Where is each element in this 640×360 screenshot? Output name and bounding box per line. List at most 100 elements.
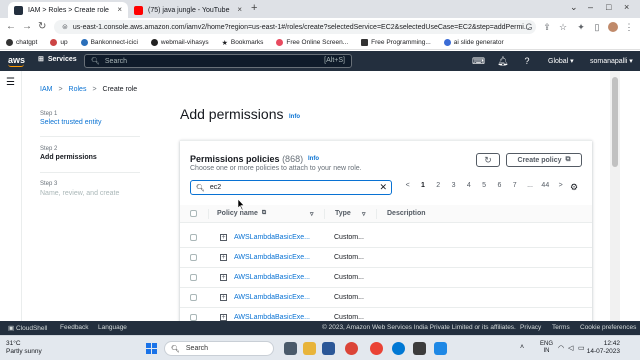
account-menu[interactable]: somanapalli ▾ [590, 57, 633, 65]
store-icon[interactable] [413, 342, 426, 355]
side-panel-icon[interactable]: ▯ [592, 22, 602, 32]
cloudshell-link[interactable]: ▣ CloudShell [8, 324, 47, 332]
page-5[interactable]: 5 [476, 182, 491, 189]
cookie-preferences-link[interactable]: Cookie preferences [580, 324, 636, 331]
edge-icon[interactable] [392, 342, 405, 355]
bookmark-bankonnect[interactable]: Bankonnect-icici [80, 39, 138, 46]
file-explorer-icon[interactable] [303, 342, 316, 355]
back-icon[interactable]: ← [6, 21, 16, 32]
bookmark-free-screen[interactable]: Free Online Screen... [276, 39, 348, 46]
language-selector[interactable]: Language [98, 324, 127, 331]
bookmark-webmail[interactable]: webmail-vihasys [150, 39, 209, 46]
select-all-checkbox[interactable] [190, 210, 197, 217]
page-6[interactable]: 6 [492, 182, 507, 189]
language-indicator[interactable]: ENG IN [540, 341, 553, 355]
policy-name-link[interactable]: AWSLambdaBasicExe... [234, 254, 310, 261]
page-44[interactable]: 44 [538, 182, 553, 189]
profile-avatar[interactable] [608, 22, 618, 32]
site-info-icon[interactable]: ⊜ [62, 23, 68, 31]
sort-caret-icon[interactable]: ▿ [310, 210, 314, 218]
share-icon[interactable]: ⇪ [542, 22, 552, 32]
page-scrollbar[interactable] [610, 71, 620, 321]
tab-search-icon[interactable]: ⌄ [570, 2, 578, 13]
extensions-icon[interactable]: ✦ [576, 22, 586, 32]
help-icon[interactable]: ? [522, 56, 532, 66]
bookmark-up[interactable]: up [50, 39, 68, 46]
speaker-icon[interactable]: ◁ [568, 344, 573, 352]
taskbar-clock[interactable]: 12:42 14-07-2023 [584, 340, 620, 356]
region-selector[interactable]: Global ▾ [548, 57, 574, 65]
hamburger-menu-icon[interactable]: ☰ [6, 77, 15, 88]
policy-name-link[interactable]: AWSLambdaBasicExe... [234, 234, 310, 241]
policy-filter-input[interactable]: 🔍︎ ec2 ✕ [190, 180, 392, 195]
table-row[interactable]: + AWSLambdaBasicExe... Custom... [180, 288, 592, 308]
forward-icon[interactable]: → [22, 21, 32, 32]
minimize-button[interactable]: – [588, 2, 593, 12]
refresh-button[interactable]: ↻ [476, 153, 500, 167]
next-page-icon[interactable]: > [553, 182, 568, 189]
chrome-profile-icon[interactable] [370, 342, 383, 355]
sort-caret-icon[interactable]: ▿ [362, 210, 366, 218]
prev-page-icon[interactable]: < [400, 182, 415, 189]
close-tab-icon[interactable]: × [117, 5, 122, 14]
bookmark-free-programming[interactable]: Free Programming... [361, 39, 431, 46]
cloudshell-icon[interactable]: ⌨ [472, 56, 485, 66]
aws-search-input[interactable]: 🔍︎ Search [Alt+S] [84, 54, 352, 68]
column-header-policy-name[interactable]: Policy name ⧉ [217, 210, 266, 217]
table-settings-gear-icon[interactable]: ⚙ [570, 182, 578, 193]
expand-row-icon[interactable]: + [220, 274, 227, 281]
expand-row-icon[interactable]: + [220, 314, 227, 321]
row-checkbox[interactable] [190, 274, 197, 281]
table-row[interactable]: + AWSLambdaBasicExe... Custom... [180, 268, 592, 288]
vscode-icon[interactable] [434, 342, 447, 355]
address-bar[interactable]: ⊜ us-east-1.console.aws.amazon.com/iamv2… [54, 20, 536, 34]
table-row[interactable]: + AWSLambdaBasicExe... Custom... [180, 228, 592, 248]
show-hidden-icons-icon[interactable]: ˄ [520, 344, 524, 351]
maximize-button[interactable]: □ [606, 2, 611, 12]
teams-icon[interactable] [322, 342, 335, 355]
services-menu-button[interactable]: ⊞ Services [38, 55, 77, 64]
privacy-link[interactable]: Privacy [520, 324, 541, 331]
policy-name-link[interactable]: AWSLambdaBasicExe... [234, 294, 310, 301]
task-view-icon[interactable] [284, 342, 297, 355]
bookmark-bookmarks[interactable]: ★ Bookmarks [222, 39, 264, 47]
wifi-icon[interactable]: ◠ [558, 344, 564, 352]
page-4[interactable]: 4 [461, 182, 476, 189]
policies-info-link[interactable]: Info [308, 156, 319, 162]
row-checkbox[interactable] [190, 294, 197, 301]
clear-filter-icon[interactable]: ✕ [379, 182, 387, 193]
breadcrumb-iam[interactable]: IAM [40, 86, 52, 93]
page-7[interactable]: 7 [507, 182, 522, 189]
column-header-type[interactable]: Type [335, 210, 351, 217]
feedback-link[interactable]: Feedback [60, 324, 89, 331]
breadcrumb-roles[interactable]: Roles [69, 86, 87, 93]
step-1-select-trusted-entity[interactable]: Select trusted entity [40, 119, 101, 126]
policy-name-link[interactable]: AWSLambdaBasicExe... [234, 274, 310, 281]
page-info-link[interactable]: Info [289, 114, 300, 120]
terms-link[interactable]: Terms [552, 324, 570, 331]
scrollbar-thumb[interactable] [612, 77, 618, 167]
windows-search-box[interactable]: 🔍︎ Search [164, 341, 274, 356]
menu-dots-icon[interactable]: ⋮ [624, 22, 634, 32]
create-policy-button[interactable]: Create policy ⧉ [506, 153, 582, 167]
row-checkbox[interactable] [190, 234, 197, 241]
expand-row-icon[interactable]: + [220, 234, 227, 241]
row-checkbox[interactable] [190, 254, 197, 261]
expand-row-icon[interactable]: + [220, 254, 227, 261]
bookmark-ai-slide[interactable]: ai slide generator [443, 39, 504, 46]
policy-name-link[interactable]: AWSLambdaBasicExe... [234, 314, 310, 321]
column-header-description[interactable]: Description [387, 210, 426, 217]
tab-youtube[interactable]: (75) java jungle - YouTube × [128, 2, 248, 18]
table-row[interactable]: + AWSLambdaBasicExe... Custom... [180, 248, 592, 268]
notifications-bell-icon[interactable]: 🔔︎ [497, 56, 508, 66]
page-2[interactable]: 2 [431, 182, 446, 189]
chrome-icon[interactable] [345, 342, 358, 355]
row-checkbox[interactable] [190, 314, 197, 321]
google-lens-icon[interactable]: G [524, 22, 534, 32]
windows-start-icon[interactable] [146, 343, 157, 354]
close-tab-icon[interactable]: × [237, 5, 242, 14]
new-tab-button[interactable]: + [251, 2, 257, 14]
bookmark-chatgpt[interactable]: chatgpt [6, 39, 37, 46]
page-1[interactable]: 1 [415, 182, 430, 189]
weather-widget[interactable]: 31°C Partly sunny [6, 340, 42, 356]
